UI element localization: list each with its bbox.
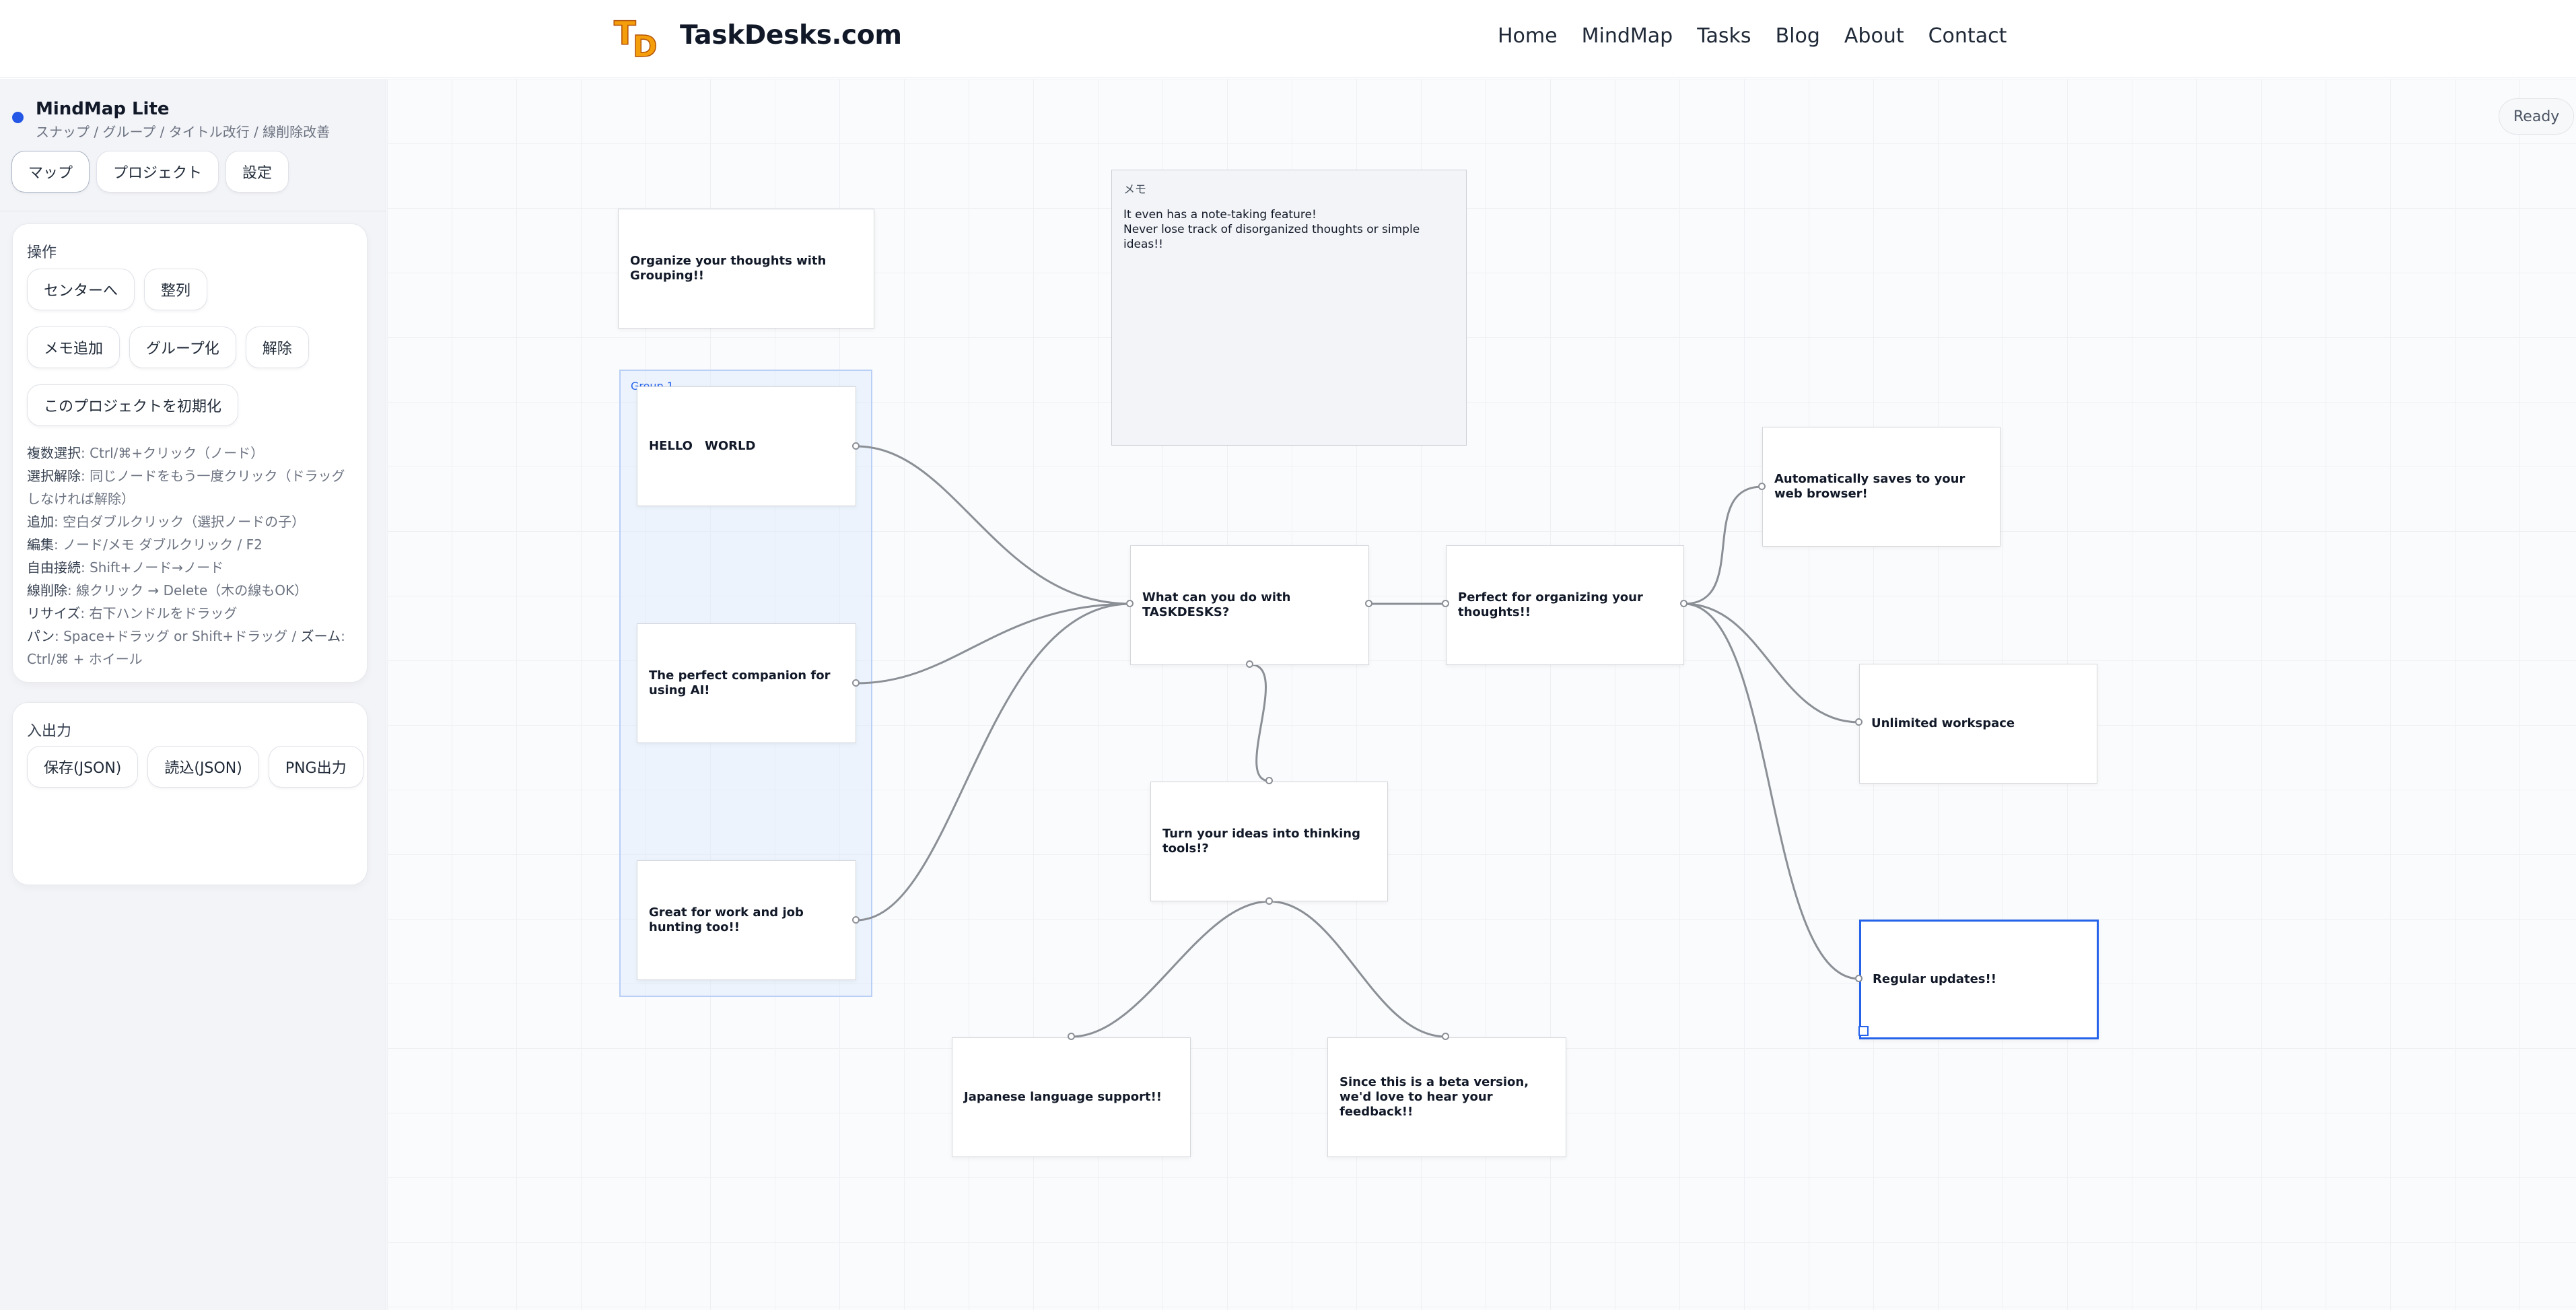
port-dot[interactable] — [852, 442, 860, 450]
nav-blog[interactable]: Blog — [1776, 24, 1820, 48]
svg-text:D: D — [633, 30, 658, 59]
port-dot[interactable] — [852, 679, 860, 687]
add-memo-button[interactable]: メモ追加 — [27, 326, 120, 368]
png-export-button[interactable]: PNG出力 — [268, 746, 363, 788]
nav-tasks[interactable]: Tasks — [1697, 24, 1751, 48]
node-hello[interactable]: HELLO WORLD — [637, 386, 856, 506]
memo-title: メモ — [1123, 183, 1146, 197]
resize-handle[interactable] — [1858, 1026, 1869, 1036]
help-line: リサイズ: 右下ハンドルをドラッグ — [27, 605, 238, 621]
port-dot[interactable] — [1855, 718, 1863, 726]
status-dot-icon — [12, 112, 24, 123]
group-button[interactable]: グループ化 — [129, 326, 236, 368]
node-companion[interactable]: The perfect companion for using AI! — [637, 623, 856, 743]
center-button[interactable]: センターへ — [27, 269, 135, 310]
node-label: Japanese language support!! — [964, 1090, 1162, 1104]
node-label: Unlimited workspace — [1871, 716, 2015, 730]
reset-project-button[interactable]: このプロジェクトを初期化 — [27, 384, 239, 426]
node-label: Perfect for organizing your thoughts!! — [1458, 590, 1643, 619]
port-dot[interactable] — [1442, 1033, 1449, 1040]
node-label: Automatically saves to your web browser! — [1774, 472, 1965, 501]
node-japanese[interactable]: Japanese language support!! — [952, 1037, 1191, 1157]
sidebar-tabs: マップ プロジェクト 設定 — [11, 151, 289, 193]
nav-contact[interactable]: Contact — [1928, 24, 2007, 48]
node-center[interactable]: What can you do with TASKDESKS? — [1130, 545, 1369, 665]
node-label: What can you do with TASKDESKS? — [1142, 590, 1291, 619]
node-label: The perfect companion for using AI! — [649, 668, 831, 697]
port-dot[interactable] — [1680, 600, 1687, 607]
main-nav: Home MindMap Tasks Blog About Contact — [1498, 24, 2007, 48]
node-label: Since this is a beta version, we'd love … — [1339, 1075, 1529, 1119]
node-grouping[interactable]: Organize your thoughts with Grouping!! — [618, 209, 874, 329]
io-title: 入出力 — [27, 723, 72, 740]
top-header: T D TaskDesks.com Home MindMap Tasks Blo… — [0, 0, 2576, 78]
port-dot[interactable] — [1068, 1033, 1075, 1040]
align-button[interactable]: 整列 — [144, 269, 208, 310]
tab-settings[interactable]: 設定 — [225, 151, 289, 193]
ungroup-button[interactable]: 解除 — [245, 326, 309, 368]
app-title: MindMap Lite — [36, 99, 170, 119]
nav-mindmap[interactable]: MindMap — [1582, 24, 1673, 48]
node-label: Turn your ideas into thinking tools!? — [1162, 827, 1360, 856]
help-line: 選択解除: 同じノードをもう一度クリック（ドラッグしなければ解除） — [27, 468, 345, 507]
node-label: Great for work and job hunting too!! — [649, 905, 804, 934]
io-panel: 入出力 保存(JSON) 読込(JSON) PNG出力 — [12, 702, 368, 885]
port-dot[interactable] — [1758, 483, 1766, 490]
node-label: HELLO WORLD — [649, 439, 756, 453]
port-dot[interactable] — [1246, 660, 1253, 668]
node-autosave[interactable]: Automatically saves to your web browser! — [1762, 427, 2000, 547]
help-line: 編集: ノード/メモ ダブルクリック / F2 — [27, 537, 263, 553]
node-workspace[interactable]: Unlimited workspace — [1859, 664, 2097, 784]
port-dot[interactable] — [1265, 897, 1273, 905]
help-line: パン: Space+ドラッグ or Shift+ドラッグ / ズーム: Ctrl… — [27, 628, 345, 667]
memo-card[interactable]: メモ It even has a note-taking feature! Ne… — [1111, 170, 1467, 446]
operations-row-1: センターへ 整列 — [27, 269, 208, 310]
taskdesks-logo[interactable]: T D — [613, 15, 668, 59]
sidebar: MindMap Lite スナップ / グループ / タイトル改行 / 線削除改… — [0, 79, 386, 1310]
status-badge: Ready — [2499, 98, 2575, 135]
nav-about[interactable]: About — [1844, 24, 1904, 48]
operations-row-2: メモ追加 グループ化 解除 — [27, 326, 309, 368]
node-work[interactable]: Great for work and job hunting too!! — [637, 860, 856, 980]
memo-line: It even has a note-taking feature! — [1123, 208, 1317, 221]
app-subtitle: スナップ / グループ / タイトル改行 / 線削除改善 — [36, 124, 330, 140]
port-dot[interactable] — [1442, 600, 1449, 607]
help-line: 自由接続: Shift+ノード→ノード — [27, 559, 224, 576]
port-dot[interactable] — [1265, 777, 1273, 784]
brand-name[interactable]: TaskDesks.com — [680, 20, 902, 50]
memo-line: Never lose track of disorganized thought… — [1123, 223, 1420, 251]
io-row: 保存(JSON) 読込(JSON) PNG出力 — [27, 746, 363, 788]
operations-row-3: このプロジェクトを初期化 — [27, 384, 239, 426]
load-json-button[interactable]: 読込(JSON) — [147, 746, 259, 788]
node-thinking[interactable]: Turn your ideas into thinking tools!? — [1150, 782, 1388, 901]
port-dot[interactable] — [1365, 600, 1372, 607]
tab-project[interactable]: プロジェクト — [96, 151, 219, 193]
node-beta[interactable]: Since this is a beta version, we'd love … — [1327, 1037, 1566, 1157]
operations-title: 操作 — [27, 244, 57, 261]
node-organizing[interactable]: Perfect for organizing your thoughts!! — [1446, 545, 1684, 665]
help-line: 追加: 空白ダブルクリック（選択ノードの子） — [27, 514, 306, 530]
tab-map[interactable]: マップ — [11, 151, 90, 193]
node-label: Regular updates!! — [1873, 972, 1996, 986]
help-line: 線削除: 線クリック → Delete（木の線もOK） — [27, 582, 308, 598]
node-label: Organize your thoughts with Grouping!! — [630, 254, 827, 283]
port-dot[interactable] — [1855, 975, 1863, 982]
help-text: 複数選択: Ctrl/⌘+クリック（ノード） 選択解除: 同じノードをもう一度ク… — [27, 442, 357, 670]
operations-panel: 操作 センターへ 整列 メモ追加 グループ化 解除 このプロジェクトを初期化 複… — [12, 223, 368, 683]
help-line: 複数選択: Ctrl/⌘+クリック（ノード） — [27, 445, 265, 461]
port-dot[interactable] — [852, 916, 860, 924]
save-json-button[interactable]: 保存(JSON) — [27, 746, 139, 788]
node-updates[interactable]: Regular updates!! — [1859, 920, 2099, 1039]
port-dot[interactable] — [1126, 600, 1134, 607]
nav-home[interactable]: Home — [1498, 24, 1558, 48]
